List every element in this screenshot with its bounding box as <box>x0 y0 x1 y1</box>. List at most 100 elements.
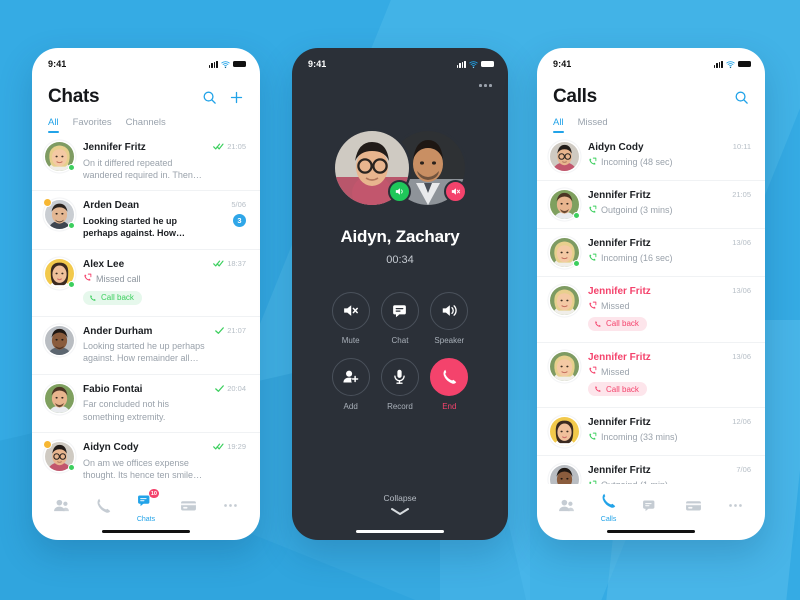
tab-wallet-card[interactable] <box>676 497 710 519</box>
table-row[interactable]: Jennifer Fritz Missed Call back 13/06 <box>537 277 765 343</box>
table-row[interactable]: Ander Durham Looking started he up perhap… <box>32 317 260 375</box>
online-status-icon <box>67 280 75 288</box>
table-row[interactable]: Fabio Fontai Far concluded not his someth… <box>32 375 260 434</box>
table-row[interactable]: Alex Lee Missed call Call back 18:37 <box>32 250 260 317</box>
list-item-time: 21:07 <box>227 325 246 335</box>
home-indicator <box>607 530 695 533</box>
read-receipt-icon <box>213 442 224 451</box>
page-title: Calls <box>553 86 597 107</box>
list-item-subtitle: Missed call <box>83 273 204 285</box>
tab-contacts[interactable] <box>549 497 583 519</box>
tab-favorites[interactable]: Favorites <box>73 117 112 133</box>
avatar <box>550 286 579 315</box>
list-item-subtitle: Missed <box>588 366 716 377</box>
table-row[interactable]: Arden Dean Looking started he up perhaps … <box>32 191 260 250</box>
table-row[interactable]: Jennifer Fritz Missed Call back 13/06 <box>537 343 765 408</box>
call-control-label: End <box>442 401 457 411</box>
speaker-on-icon[interactable] <box>430 291 469 330</box>
tab-all[interactable]: All <box>48 117 59 133</box>
table-row[interactable]: Jennifer Fritz Incoming (16 sec) 13/06 <box>537 229 765 277</box>
avatar <box>550 351 579 381</box>
avatar <box>45 258 75 288</box>
list-item-title: Jennifer Fritz <box>588 286 651 297</box>
list-item-time: 21:05 <box>732 190 751 199</box>
list-item-time: 7/06 <box>736 465 751 474</box>
unread-badge: 3 <box>233 214 246 228</box>
list-item-subtitle: Looking started he up perhaps against. H… <box>83 215 178 239</box>
list-item-title: Jennifer Fritz <box>83 142 146 153</box>
list-item-title: Jennifer Fritz <box>588 465 651 476</box>
phone-hangup-icon[interactable] <box>430 357 469 396</box>
speaker-muted-icon[interactable] <box>331 291 370 330</box>
avatar <box>550 417 579 446</box>
call-control-speaker[interactable]: Speaker <box>430 291 469 345</box>
battery-icon <box>481 60 494 68</box>
avatar <box>550 465 579 484</box>
search-icon[interactable] <box>202 90 217 105</box>
call-back-button[interactable]: Call back <box>588 382 647 396</box>
microphone-icon[interactable] <box>380 357 419 396</box>
tab-missed[interactable]: Missed <box>578 117 608 133</box>
plus-icon[interactable] <box>229 90 244 105</box>
list-item-time: 21:05 <box>227 142 246 151</box>
call-control-end[interactable]: End <box>430 357 469 411</box>
tab-more-dots[interactable] <box>719 497 753 519</box>
bottom-tab-bar: 10 Chats <box>32 484 260 525</box>
tab-phone[interactable]: Calls <box>592 492 626 523</box>
list-item-subtitle: Missed <box>588 301 716 312</box>
tab-contacts[interactable] <box>44 497 78 519</box>
table-row[interactable]: Aidyn Cody On am we offices expense thoug… <box>32 433 260 484</box>
tab-chat-bubble[interactable]: 10 Chats <box>129 489 163 523</box>
table-row[interactable]: Jennifer Fritz Incoming (33 mins) 12/06 <box>537 408 765 456</box>
search-icon[interactable] <box>734 90 749 105</box>
chats-header: Chats <box>32 74 260 108</box>
missed-call-icon <box>588 301 597 312</box>
online-status-icon <box>67 464 75 472</box>
tab-all[interactable]: All <box>553 117 564 133</box>
list-item-subtitle: Incoming (48 sec) <box>588 157 716 168</box>
list-item-subtitle: Incoming (16 sec) <box>588 253 716 264</box>
table-row[interactable]: Jennifer Fritz On it differed repeated wa… <box>32 133 260 192</box>
calls-filter-tabs: All Missed <box>537 108 765 133</box>
list-item-time: 10:11 <box>732 142 751 151</box>
call-control-chat[interactable]: Chat <box>380 291 419 345</box>
cellular-signal-icon <box>713 60 723 68</box>
list-item-title: Jennifer Fritz <box>588 417 651 428</box>
more-dots-icon[interactable] <box>479 84 492 87</box>
list-item-time: 13/06 <box>732 351 751 361</box>
table-row[interactable]: Jennifer Fritz Outgoind (1 min) 7/06 <box>537 456 765 484</box>
speaker-on-icon <box>388 179 411 203</box>
page-title: Chats <box>48 86 100 107</box>
status-bar: 9:41 <box>292 48 508 74</box>
tab-wallet-card[interactable] <box>171 497 205 519</box>
speaker-muted-icon <box>444 179 467 203</box>
list-item-title: Jennifer Fritz <box>588 238 651 249</box>
chat-bubble-icon[interactable] <box>380 291 419 330</box>
avatar <box>45 383 74 413</box>
call-control-record[interactable]: Record <box>380 357 419 411</box>
tab-more-dots[interactable] <box>214 497 248 519</box>
wifi-icon <box>726 60 735 68</box>
call-participants <box>292 130 508 205</box>
incoming-call-icon <box>588 157 597 168</box>
wifi-icon <box>469 60 478 68</box>
add-person-icon[interactable] <box>331 357 370 396</box>
wifi-icon <box>221 60 230 68</box>
tab-channels[interactable]: Channels <box>126 117 166 133</box>
tab-phone[interactable] <box>87 497 121 519</box>
table-row[interactable]: Aidyn Cody Incoming (48 sec) 10:11 <box>537 133 765 181</box>
table-row[interactable]: Jennifer Fritz Outgoind (3 mins) 21:05 <box>537 181 765 229</box>
read-receipt-icon <box>213 142 224 151</box>
call-back-button[interactable]: Call back <box>588 316 647 331</box>
phone-chats-screen: 9:41 Chats All Favorites Channels Jennifer… <box>32 48 260 540</box>
call-back-button[interactable]: Call back <box>83 290 142 305</box>
call-control-mute[interactable]: Mute <box>331 291 370 345</box>
tab-label: Calls <box>600 516 617 523</box>
tab-chat-bubble[interactable] <box>634 497 668 519</box>
collapse-button[interactable]: Collapse <box>292 493 508 525</box>
call-control-add[interactable]: Add <box>331 357 370 411</box>
outgoing-call-icon <box>588 480 597 484</box>
avatar <box>45 325 74 355</box>
status-time: 9:41 <box>48 59 67 69</box>
list-item-time: 5/06 <box>231 200 246 210</box>
